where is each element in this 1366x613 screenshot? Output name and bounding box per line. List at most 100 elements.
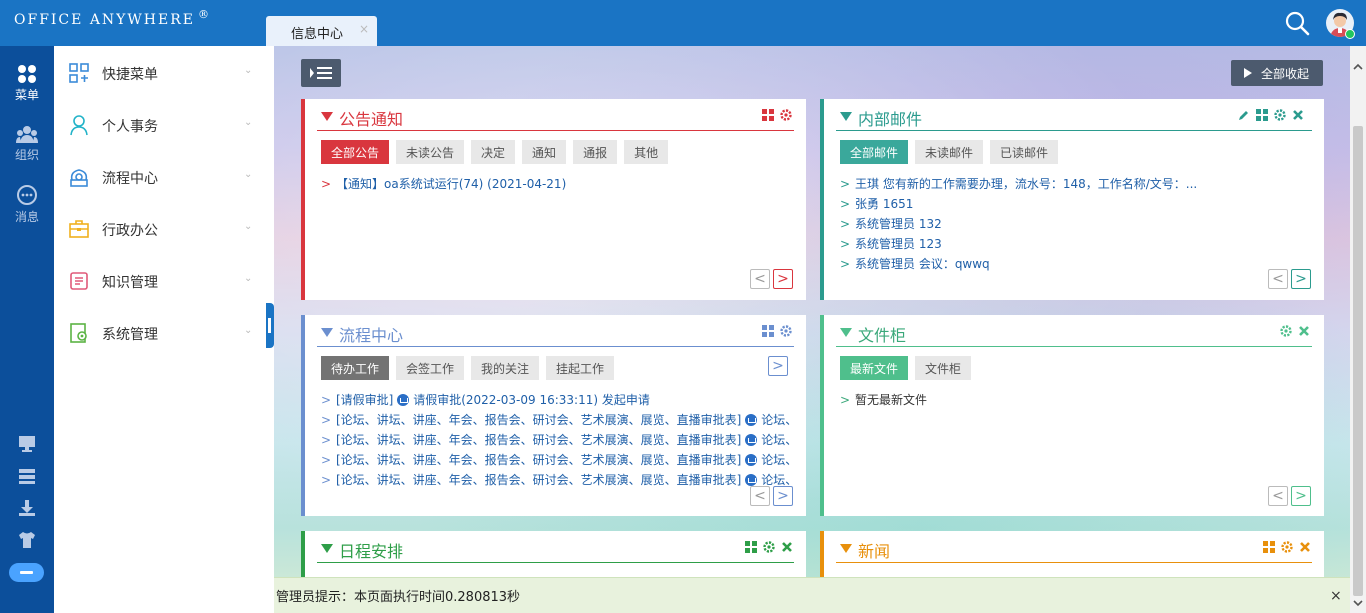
collapse-all-label: 全部收起 bbox=[1261, 67, 1310, 81]
sidebar-item-label: 行政办公 bbox=[102, 223, 158, 239]
tab-other[interactable]: 其他 bbox=[624, 140, 669, 164]
tab-todo-work[interactable]: 待办工作 bbox=[321, 356, 390, 380]
list-item[interactable]: >[论坛、讲坛、讲座、年会、报告会、研讨会、艺术展演、展览、直播审批表] 论坛、 bbox=[321, 451, 791, 471]
sidebar-item-label: 系统管理 bbox=[102, 327, 158, 343]
list-item[interactable]: >[论坛、讲坛、讲座、年会、报告会、研讨会、艺术展演、展览、直播审批表] 论坛、 bbox=[321, 411, 791, 431]
prev-page-button[interactable]: < bbox=[1268, 269, 1288, 289]
close-icon[interactable] bbox=[781, 541, 793, 553]
tab-all-announcements[interactable]: 全部公告 bbox=[321, 140, 390, 164]
tab-countersign-work[interactable]: 会签工作 bbox=[396, 356, 465, 380]
tab-my-follows[interactable]: 我的关注 bbox=[471, 356, 540, 380]
list-menu-icon bbox=[310, 67, 332, 79]
gear-icon[interactable] bbox=[780, 109, 792, 121]
mail-icon bbox=[745, 454, 758, 466]
mail-icon bbox=[745, 474, 758, 486]
rail-item-organization[interactable]: 组织 bbox=[0, 124, 54, 176]
app-logo[interactable]: Office Anywhere ® bbox=[14, 8, 211, 28]
sidebar-item-quick-menu[interactable]: 快捷菜单 ⌄ bbox=[54, 53, 266, 93]
prev-page-button[interactable]: < bbox=[1268, 486, 1288, 506]
collapse-all-button[interactable]: 全部收起 bbox=[1231, 60, 1323, 86]
organization-icon bbox=[16, 126, 38, 143]
search-icon[interactable] bbox=[1284, 10, 1310, 36]
tab-file-cabinet[interactable]: 文件柜 bbox=[915, 356, 972, 380]
list-item[interactable]: > 【通知】oa系统试运行(74) (2021-04-21) bbox=[321, 175, 566, 195]
desktop-icon[interactable] bbox=[17, 434, 37, 454]
sidebar-item-administration[interactable]: 行政办公 ⌄ bbox=[54, 209, 266, 249]
list-item[interactable]: > [请假审批] 请假审批(2022-03-09 16:33:11) 发起申请 bbox=[321, 391, 791, 411]
server-icon[interactable] bbox=[17, 466, 37, 486]
chevron-down-icon: ⌄ bbox=[244, 169, 253, 180]
next-page-button[interactable]: > bbox=[773, 269, 793, 289]
rail-item-menu[interactable]: 菜单 bbox=[0, 64, 54, 116]
next-page-button[interactable]: > bbox=[1291, 269, 1311, 289]
list-item[interactable]: > 张勇 1651 bbox=[840, 195, 1197, 215]
chevron-down-icon: ⌄ bbox=[244, 221, 253, 232]
tab-info-center[interactable]: 信息中心 × bbox=[266, 16, 377, 46]
list-item[interactable]: > 系统管理员 会议：qwwq bbox=[840, 255, 1197, 275]
gear-icon[interactable] bbox=[780, 325, 792, 337]
tab-all-mail[interactable]: 全部邮件 bbox=[840, 140, 909, 164]
panel-announcements: 公告通知 全部公告 未读公告 决定 通知 通报 其他 > 【通知】oa系统试运行(… bbox=[301, 99, 806, 300]
pencil-icon[interactable] bbox=[1238, 109, 1250, 121]
list-item[interactable]: > 王琪 您有新的工作需要办理，流水号：148，工作名称/文号：... bbox=[840, 175, 1197, 195]
gear-icon[interactable] bbox=[763, 541, 775, 553]
next-page-button[interactable]: > bbox=[773, 486, 793, 506]
tab-decision[interactable]: 决定 bbox=[471, 140, 516, 164]
grid-view-icon[interactable] bbox=[1256, 109, 1268, 121]
list-item[interactable]: >[论坛、讲坛、讲座、年会、报告会、研讨会、艺术展演、展览、直播审批表] 论坛、 bbox=[321, 471, 791, 491]
prev-page-button[interactable]: < bbox=[750, 486, 770, 506]
close-icon[interactable] bbox=[1292, 109, 1304, 121]
panel-title: 公告通知 bbox=[339, 110, 404, 129]
person-icon bbox=[70, 115, 88, 136]
mail-icon bbox=[745, 414, 758, 426]
chevron-down-icon: ⌄ bbox=[244, 273, 253, 284]
prev-page-button[interactable]: < bbox=[750, 269, 770, 289]
tab-suspended-work[interactable]: 挂起工作 bbox=[546, 356, 615, 380]
grid-view-icon[interactable] bbox=[762, 325, 774, 337]
sidebar-item-workflow[interactable]: 流程中心 ⌄ bbox=[54, 157, 266, 197]
scroll-down-icon[interactable] bbox=[1353, 598, 1363, 608]
sidebar-item-knowledge[interactable]: 知识管理 ⌄ bbox=[54, 261, 266, 301]
scrollbar-thumb[interactable] bbox=[1353, 126, 1363, 596]
sidebar-item-personal[interactable]: 个人事务 ⌄ bbox=[54, 105, 266, 145]
tab-notice[interactable]: 通知 bbox=[522, 140, 567, 164]
sidebar-collapse-handle[interactable] bbox=[266, 303, 274, 348]
quick-menu-icon bbox=[69, 63, 89, 83]
close-icon[interactable] bbox=[1298, 325, 1310, 337]
tab-read-mail[interactable]: 已读邮件 bbox=[990, 140, 1059, 164]
gear-icon[interactable] bbox=[1281, 541, 1293, 553]
book-icon bbox=[70, 272, 88, 290]
shirt-icon[interactable] bbox=[17, 530, 37, 550]
list-item[interactable]: > 系统管理员 132 bbox=[840, 215, 1197, 235]
tab-unread-announcements[interactable]: 未读公告 bbox=[396, 140, 465, 164]
panel-internal-mail: 内部邮件 全部邮件 未读邮件 已读邮件 > 王琪 您有新的工作需要办理，流水号：1… bbox=[820, 99, 1324, 300]
tab-latest-files[interactable]: 最新文件 bbox=[840, 356, 909, 380]
scroll-up-icon[interactable] bbox=[1353, 62, 1363, 72]
logo-text: Office Anywhere bbox=[14, 12, 195, 28]
rail-item-messages[interactable]: 消息 bbox=[0, 184, 54, 236]
workflow-icon bbox=[70, 169, 88, 187]
sidebar-item-system[interactable]: 系统管理 ⌄ bbox=[54, 313, 266, 353]
grid-view-icon[interactable] bbox=[762, 109, 774, 121]
gear-icon[interactable] bbox=[1274, 109, 1286, 121]
close-icon[interactable]: × bbox=[1330, 588, 1342, 604]
grid-view-icon[interactable] bbox=[745, 541, 757, 553]
toggle-menu-button[interactable] bbox=[301, 59, 341, 87]
close-icon[interactable] bbox=[1299, 541, 1311, 553]
panel-title: 新闻 bbox=[858, 542, 891, 561]
tabs-scroll-right-button[interactable]: > bbox=[768, 356, 788, 376]
list-item[interactable]: >[论坛、讲坛、讲座、年会、报告会、研讨会、艺术展演、展览、直播审批表] 论坛、 bbox=[321, 431, 791, 451]
tab-bulletin[interactable]: 通报 bbox=[573, 140, 618, 164]
page-scrollbar[interactable] bbox=[1350, 46, 1366, 613]
grid-view-icon[interactable] bbox=[1263, 541, 1275, 553]
more-toggle-icon[interactable] bbox=[9, 563, 44, 582]
top-bar: Office Anywhere ® bbox=[0, 0, 1366, 46]
download-icon[interactable] bbox=[17, 498, 37, 518]
chevron-down-icon: ⌄ bbox=[244, 325, 253, 336]
gear-icon[interactable] bbox=[1280, 325, 1292, 337]
menu-grid-icon bbox=[18, 65, 36, 83]
list-item[interactable]: > 系统管理员 123 bbox=[840, 235, 1197, 255]
next-page-button[interactable]: > bbox=[1291, 486, 1311, 506]
tab-close-icon[interactable]: × bbox=[359, 22, 369, 36]
tab-unread-mail[interactable]: 未读邮件 bbox=[915, 140, 984, 164]
